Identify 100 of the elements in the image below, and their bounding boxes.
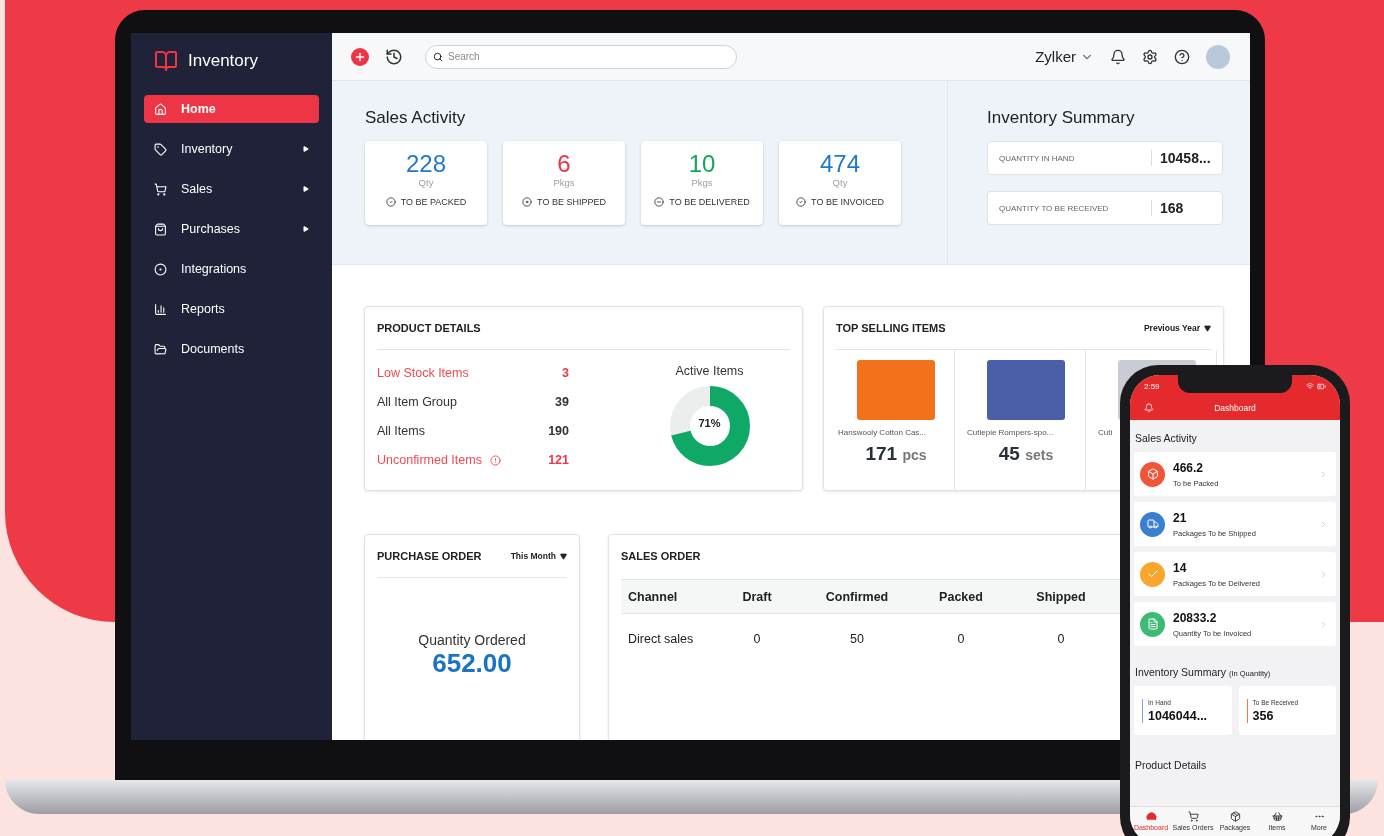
detail-link[interactable]: Low Stock Items	[377, 366, 563, 380]
unit-label: Qty	[832, 177, 848, 188]
check-circle-icon	[385, 197, 396, 207]
card-title: PURCHASE ORDER	[377, 550, 482, 562]
caret-icon	[1204, 324, 1211, 332]
summary-value: 10458...	[1151, 150, 1222, 166]
activity-label: TO BE SHIPPED	[537, 197, 606, 207]
nav-item[interactable]: Reports	[144, 295, 319, 323]
activity-card[interactable]: 6 Pkgs TO BE SHIPPED	[503, 141, 625, 225]
metric-value: 652.00	[432, 648, 512, 679]
summary-label: QUANTITY IN HAND	[998, 153, 1076, 163]
table-cell: 50	[793, 613, 921, 664]
settings-icon[interactable]	[1142, 48, 1158, 65]
column-header: Packed	[921, 579, 1001, 614]
nav-item[interactable]: Documents	[144, 335, 319, 363]
activity-value: 21	[1173, 510, 1188, 525]
detail-value: 3	[562, 366, 569, 380]
unit-label: Pkgs	[553, 177, 575, 188]
package-icon	[1229, 811, 1241, 822]
nav-item[interactable]: Purchases	[144, 215, 319, 243]
activity-card[interactable]: 228 Qty TO BE PACKED	[365, 141, 487, 225]
section-title: Sales Activity	[365, 108, 467, 128]
column-header: Confirmed	[793, 579, 921, 614]
activity-value: 6	[557, 151, 571, 177]
search-field[interactable]: Search	[425, 44, 737, 69]
period-dropdown[interactable]: This Month	[510, 551, 567, 561]
table-cell: 0	[1001, 613, 1121, 664]
screen-title: Dashboard	[1213, 403, 1257, 413]
detail-link[interactable]: All Items	[377, 424, 549, 438]
card-title: SALES ORDER	[621, 550, 701, 562]
section-title: Product Details	[1135, 759, 1208, 771]
circle-icon	[154, 262, 167, 276]
activity-card[interactable]: 10 Pkgs TO BE DELIVERED	[641, 141, 763, 225]
summary-label: QUANTITY TO BE RECEIVED	[998, 203, 1110, 213]
item-quantity: 45 sets	[997, 443, 1055, 465]
activity-value: 466.2	[1173, 460, 1205, 475]
detail-link[interactable]: All Item Group	[377, 395, 556, 409]
chevron-right-icon	[1319, 569, 1328, 579]
app-name: Inventory	[188, 51, 258, 71]
activity-value: 228	[405, 151, 446, 177]
bar-chart-icon	[154, 302, 167, 316]
notification-bell-icon[interactable]	[1110, 48, 1126, 65]
section-title: Sales Activity	[1135, 432, 1198, 444]
item-name[interactable]: Cutiepie Rompers-spo...	[967, 428, 1054, 437]
battery-icon	[1317, 381, 1326, 391]
section-title: Inventory Summary	[987, 108, 1136, 128]
tag-icon	[154, 142, 167, 156]
column-header: Draft	[721, 579, 793, 614]
detail-link[interactable]: Unconfirmed Items	[377, 453, 549, 467]
chevron-right-icon	[1319, 619, 1328, 629]
column-header: Shipped	[1001, 579, 1121, 614]
check-circle-icon	[796, 197, 807, 207]
caret-icon	[303, 146, 309, 152]
activity-card[interactable]: 474 Qty TO BE INVOICED	[779, 141, 901, 225]
book-icon	[154, 49, 178, 73]
search-icon	[433, 51, 443, 62]
disc-icon	[522, 197, 533, 207]
nav-item[interactable]: Inventory	[144, 135, 319, 163]
detail-value: 190	[548, 424, 569, 438]
activity-value: 474	[819, 151, 860, 177]
nav-item[interactable]: Home	[144, 95, 319, 123]
activity-value: 14	[1173, 560, 1188, 575]
activity-label: TO BE INVOICED	[811, 197, 884, 207]
chevron-right-icon	[1319, 469, 1328, 479]
card-title: TOP SELLING ITEMS	[836, 322, 946, 334]
item-name[interactable]: Hanswooly Cotton Cas...	[838, 428, 927, 437]
folder-icon	[154, 342, 167, 356]
column-header: Channel	[621, 579, 721, 614]
detail-value: 39	[555, 395, 569, 409]
caret-icon	[303, 186, 309, 192]
activity-value: 10	[688, 151, 716, 177]
history-icon[interactable]	[385, 47, 403, 66]
nav-item[interactable]: Sales	[144, 175, 319, 203]
organization-menu[interactable]: Zylker	[1035, 48, 1094, 65]
status-time: 2:59	[1144, 381, 1160, 391]
item-quantity: 171 pcs	[864, 443, 928, 465]
period-dropdown[interactable]: Previous Year	[1143, 323, 1211, 333]
detail-value: 121	[548, 453, 569, 467]
chart-title: Active Items	[675, 364, 744, 378]
add-button[interactable]	[351, 47, 369, 66]
warning-icon	[489, 454, 501, 466]
minus-circle-icon	[654, 197, 665, 207]
summary-value: 168	[1151, 200, 1222, 216]
donut-percentage: 71%	[697, 417, 722, 429]
table-cell: 0	[921, 613, 1001, 664]
cart-icon	[154, 182, 167, 196]
activity-label: TO BE DELIVERED	[669, 197, 750, 207]
gauge-icon	[1145, 811, 1157, 822]
table-cell: Direct sales	[621, 613, 721, 664]
activity-value: 20833.2	[1173, 610, 1218, 625]
wifi-icon	[1306, 381, 1314, 390]
metric-caption: Quantity Ordered	[418, 632, 526, 648]
nav-item[interactable]: Integrations	[144, 255, 319, 283]
table-cell: 0	[721, 613, 793, 664]
item-name[interactable]: Cuti	[1098, 428, 1113, 437]
cart-icon	[1187, 811, 1199, 822]
chevron-right-icon	[1319, 519, 1328, 529]
help-icon[interactable]	[1174, 48, 1190, 65]
card-title: PRODUCT DETAILS	[377, 322, 481, 334]
activity-label: TO BE PACKED	[400, 197, 467, 207]
